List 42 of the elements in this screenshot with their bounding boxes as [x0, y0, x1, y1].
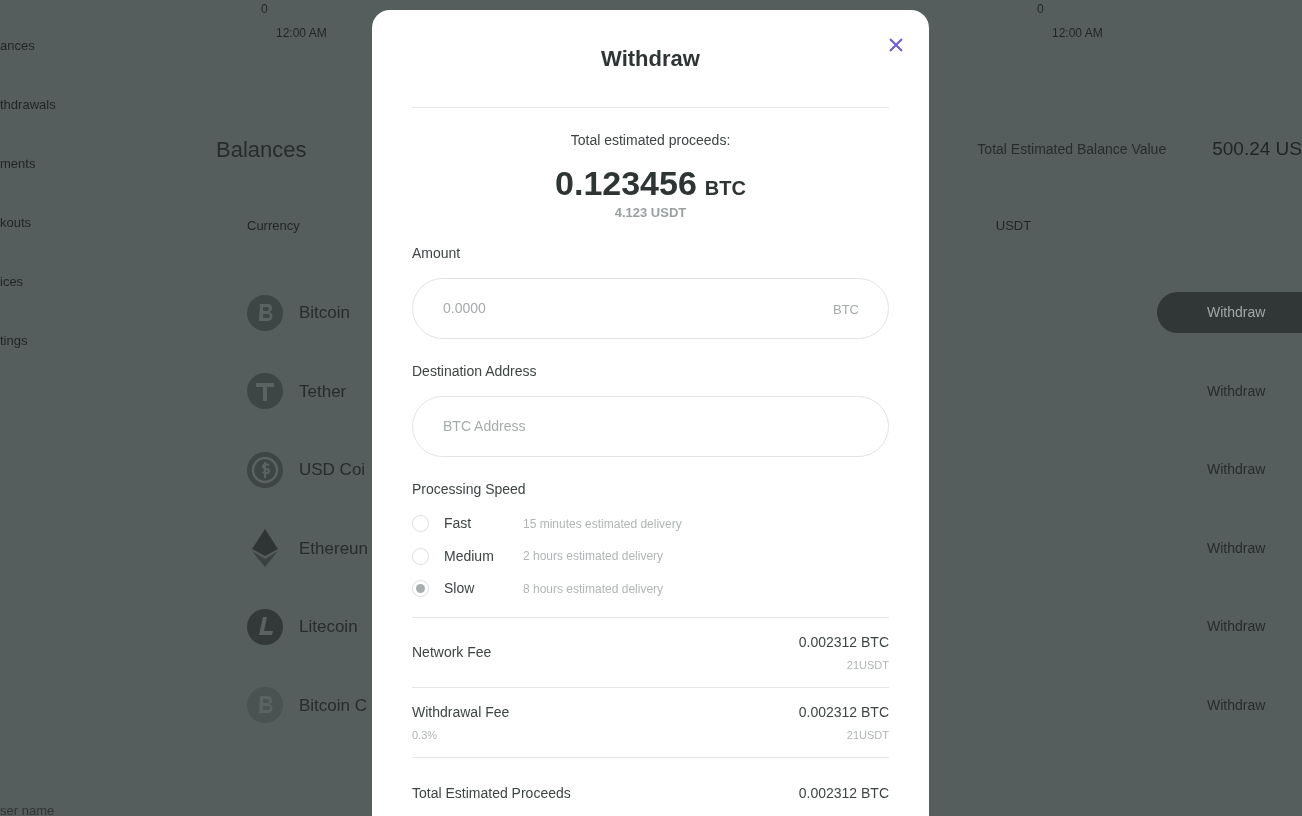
t-coin-icon [247, 373, 283, 410]
dialog-title: Withdraw [601, 45, 700, 73]
proceeds-amount: 0.123456 BTC [555, 163, 746, 203]
fee-label: Withdrawal Fee [412, 702, 510, 722]
b-coin-icon [247, 294, 283, 331]
delivery-note: 2 hours estimated delivery [523, 548, 664, 566]
axis-time-label: 12:00 AM [1052, 25, 1103, 42]
diamond-icon [252, 529, 278, 568]
close-icon[interactable] [887, 36, 905, 54]
fee-value: 0.002312 BTC [798, 632, 889, 652]
dollar-coin-icon [247, 451, 283, 488]
l-coin-icon [247, 608, 283, 645]
delivery-note: 15 minutes estimated delivery [523, 515, 682, 533]
sidebar-item[interactable]: thdrawals [0, 95, 200, 114]
total-balance-value: 500.24 US [1212, 136, 1302, 161]
fee-value: 0.002312 BTC [798, 702, 889, 722]
speed-option: Medium [444, 545, 523, 567]
fee-fiat: 21USDT [846, 657, 889, 673]
unit-label: BTC [833, 300, 859, 319]
speed-option: Fast [444, 513, 523, 535]
fee-label: Network Fee [412, 643, 492, 662]
delivery-note: 8 hours estimated delivery [523, 580, 664, 598]
sidebar-item[interactable]: kouts [0, 213, 200, 232]
address-field[interactable]: BTC Address [412, 395, 889, 457]
withdraw-button[interactable]: Withdraw [1157, 292, 1302, 334]
fee-rate: 0.3% [412, 727, 439, 743]
field-label: Destination Address [412, 361, 538, 381]
fee-value: 0.002312 BTC [798, 783, 889, 803]
fee-fiat: 21USDT [846, 727, 889, 743]
sidebar-item[interactable]: tings [0, 331, 200, 350]
axis-time-label: 12:00 AM [276, 25, 327, 42]
field-label: Amount [412, 243, 462, 263]
speed-option: Slow [444, 578, 523, 600]
sidebar-item[interactable]: ices [0, 272, 200, 291]
field-label: Processing Speed [412, 479, 527, 499]
sidebar-item[interactable]: ments [0, 154, 200, 173]
sidebar-item[interactable]: ances [0, 36, 200, 55]
fee-label: Total Estimated Proceeds [412, 783, 571, 803]
column-header: Currency [247, 217, 300, 235]
proceeds-label: Total estimated proceeds: [570, 131, 731, 150]
column-header: USDT [995, 217, 1032, 235]
proceeds-fiat: 4.123 USDT [614, 204, 687, 222]
